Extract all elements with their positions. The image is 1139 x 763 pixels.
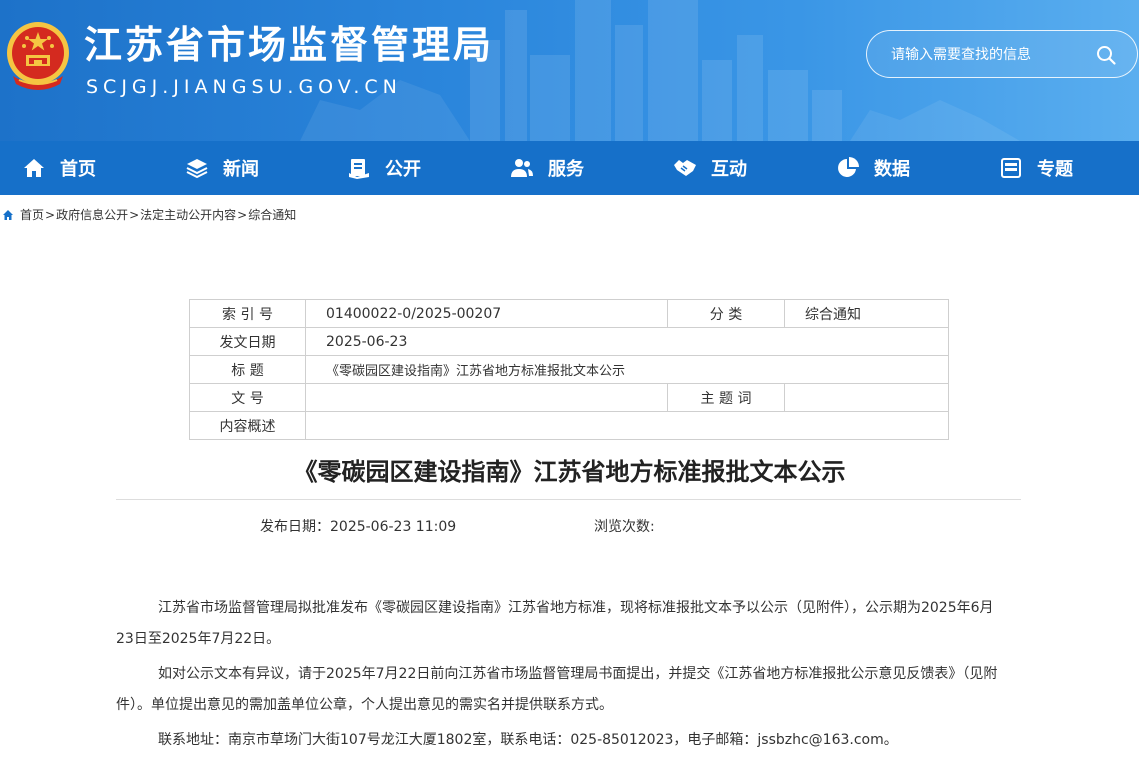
keyword-label: 主 题 词 — [667, 383, 785, 412]
document-info-table: 索 引 号 01400022-0/2025-00207 分 类 综合通知 发文日… — [189, 299, 949, 440]
table-row: 文 号 主 题 词 — [189, 383, 949, 412]
breadcrumb-gov-info[interactable]: 政府信息公开 — [56, 206, 128, 223]
paragraph: 如对公示文本有异议，请于2025年7月22日前向江苏省市场监督管理局书面提出，并… — [116, 666, 998, 713]
breadcrumb-statutory[interactable]: 法定主动公开内容 — [140, 206, 236, 223]
nav-item-label: 互动 — [711, 159, 747, 180]
view-count: 浏览次数: — [594, 519, 655, 535]
site-title: 江苏省市场监督管理局 — [84, 23, 495, 67]
breadcrumb-notice[interactable]: 综合通知 — [248, 206, 296, 223]
breadcrumb-separator: > — [237, 207, 248, 222]
article-title: 《零碳园区建设指南》江苏省地方标准报批文本公示 — [293, 458, 846, 486]
layers-icon — [186, 159, 208, 179]
nav-item-label: 新闻 — [223, 159, 259, 180]
nav-item-label: 公开 — [385, 159, 421, 180]
breadcrumb-separator: > — [45, 207, 56, 222]
home-icon — [3, 209, 13, 220]
search-box — [866, 30, 1138, 78]
home-icon — [24, 159, 44, 177]
nav-item-topics[interactable]: 专题 — [999, 141, 1073, 195]
docno-value — [305, 383, 668, 412]
national-emblem-icon — [7, 22, 69, 90]
divider — [116, 499, 1021, 500]
table-row: 发文日期 2025-06-23 — [189, 327, 949, 356]
category-value: 综合通知 — [784, 299, 949, 328]
article-body: 江苏省市场监督管理局拟批准发布《零碳园区建设指南》江苏省地方标准，现将标准报批文… — [116, 593, 1006, 760]
site-header: 江苏省市场监督管理局 SCJGJ.JIANGSU.GOV.CN — [0, 0, 1139, 141]
keyword-value — [784, 383, 949, 412]
nav-item-service[interactable]: 服务 — [510, 141, 584, 195]
title-label: 标 题 — [189, 355, 306, 384]
docno-label: 文 号 — [189, 383, 306, 412]
nav-item-open[interactable]: 公开 — [347, 141, 421, 195]
index-label: 索 引 号 — [189, 299, 306, 328]
users-icon — [511, 159, 533, 177]
breadcrumb: 首页 > 政府信息公开 > 法定主动公开内容 > 综合通知 — [2, 206, 296, 223]
date-label: 发文日期 — [189, 327, 306, 356]
nav-item-label: 服务 — [548, 159, 584, 180]
title-value: 《零碳园区建设指南》江苏省地方标准报批文本公示 — [305, 355, 949, 384]
publish-date: 发布日期：2025-06-23 11:09 — [260, 519, 457, 535]
nav-item-interaction[interactable]: 互动 — [673, 141, 747, 195]
nav-item-label: 首页 — [60, 159, 96, 180]
nav-item-label: 专题 — [1037, 159, 1073, 180]
index-value: 01400022-0/2025-00207 — [305, 299, 668, 328]
paragraph: 联系地址：南京市草场门大街107号龙江大厦1802室，联系电话：025-8501… — [158, 732, 898, 748]
summary-value — [305, 411, 949, 440]
nav-item-news[interactable]: 新闻 — [185, 141, 259, 195]
site-domain: SCJGJ.JIANGSU.GOV.CN — [86, 76, 402, 98]
breadcrumb-separator: > — [129, 207, 140, 222]
breadcrumb-home[interactable]: 首页 — [20, 206, 44, 223]
table-row: 索 引 号 01400022-0/2025-00207 分 类 综合通知 — [189, 299, 949, 328]
main-nav: 首页 新闻 公开 服务 互动 数据 专题 — [0, 141, 1139, 195]
summary-label: 内容概述 — [189, 411, 306, 440]
search-input[interactable] — [889, 43, 1083, 67]
nav-item-label: 数据 — [874, 159, 910, 180]
table-row: 标 题 《零碳园区建设指南》江苏省地方标准报批文本公示 — [189, 355, 949, 384]
table-row: 内容概述 — [189, 411, 949, 440]
search-icon[interactable] — [1095, 44, 1117, 66]
window-icon — [1001, 158, 1021, 178]
handshake-icon — [674, 160, 696, 176]
category-label: 分 类 — [667, 299, 785, 328]
nav-item-home[interactable]: 首页 — [22, 141, 96, 195]
paragraph: 江苏省市场监督管理局拟批准发布《零碳园区建设指南》江苏省地方标准，现将标准报批文… — [116, 600, 994, 647]
document-icon — [349, 159, 369, 179]
nav-item-data[interactable]: 数据 — [836, 141, 910, 195]
pie-chart-icon — [838, 157, 859, 177]
date-value: 2025-06-23 — [305, 327, 949, 356]
